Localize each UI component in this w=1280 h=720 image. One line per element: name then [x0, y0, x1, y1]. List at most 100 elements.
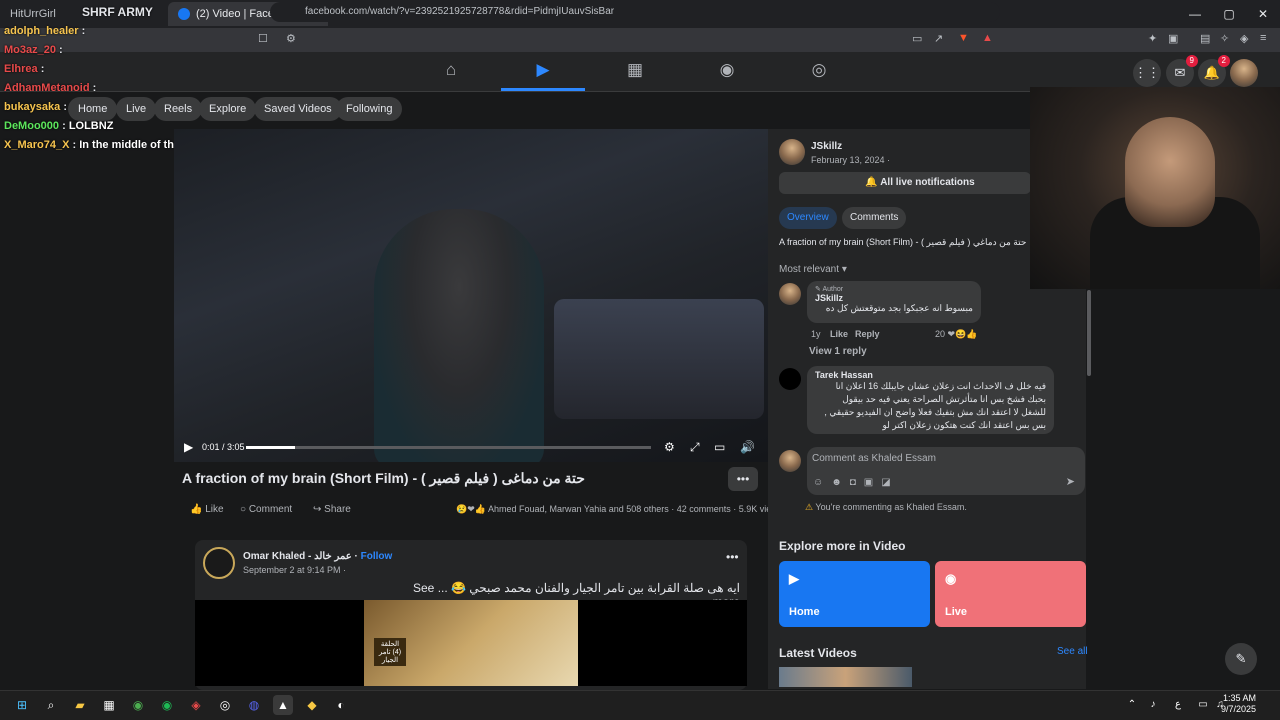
chrome-icon[interactable]: ◉	[128, 695, 148, 715]
author-name[interactable]: JSkillz	[811, 141, 842, 152]
chat-user: Mo3az_20	[4, 44, 56, 56]
view-replies[interactable]: View 1 reply	[809, 346, 867, 357]
minimize-button[interactable]: —	[1178, 0, 1212, 28]
reactions-text[interactable]: Ahmed Fouad, Marwan Yahia and 508 others	[488, 504, 669, 514]
tab-reels[interactable]: Reels	[154, 97, 203, 121]
profile-avatar[interactable]	[1230, 59, 1258, 87]
messenger-button[interactable]: ✉ 9	[1166, 55, 1198, 87]
wallet-icon[interactable]: ▤	[1200, 32, 1210, 45]
comment-icon: ○	[240, 504, 247, 515]
comments-scrollbar[interactable]	[1087, 290, 1091, 376]
tab-overview[interactable]: Overview	[779, 207, 837, 229]
groups-icon[interactable]: ◉	[681, 60, 773, 80]
notifications-button[interactable]: 🔔 2	[1198, 55, 1230, 87]
brave-rewards-icon[interactable]: ▲	[982, 32, 993, 44]
latest-video-thumbnail[interactable]	[779, 667, 912, 687]
post-image[interactable]: الحلقة (4) تامر الجيار	[364, 600, 578, 686]
app-icon[interactable]: ◈	[186, 695, 206, 715]
comment-input[interactable]: Comment as Khaled Essam ☺☻◘▣◪ ➤	[807, 447, 1085, 495]
language-indicator[interactable]: ع	[1168, 695, 1188, 715]
like-label: Like	[205, 504, 224, 515]
new-message-button[interactable]: ✎	[1225, 643, 1257, 675]
post-author-name[interactable]: Omar Khaled - عمر خالد	[243, 551, 352, 562]
site-info-icon[interactable]: ⚙	[286, 32, 296, 45]
video-icon[interactable]: ▶	[497, 60, 589, 80]
start-icon[interactable]: ⊞	[12, 695, 32, 715]
comment-button[interactable]: ○ Comment	[240, 504, 292, 515]
home-icon[interactable]: ⌂	[405, 60, 497, 80]
steam-icon[interactable]: ◐	[331, 695, 351, 715]
vpn-icon[interactable]: ◈	[1240, 32, 1248, 45]
microphone-icon[interactable]: ♪	[1143, 695, 1163, 715]
menu-icon[interactable]: ≡	[1260, 32, 1266, 44]
spotify-icon[interactable]: ◉	[157, 695, 177, 715]
warning-icon: ⚠	[805, 502, 814, 512]
play-icon[interactable]: ▶	[184, 440, 193, 454]
commenter-avatar[interactable]	[779, 368, 801, 390]
settings-icon[interactable]: ⚙	[664, 440, 675, 454]
tab-explore[interactable]: Explore	[199, 97, 257, 121]
see-all-link[interactable]: See all	[1057, 646, 1088, 657]
maximize-button[interactable]: ▢	[1212, 0, 1246, 28]
comment-author[interactable]: Tarek Hassan	[815, 370, 1046, 380]
share-icon[interactable]: ↗	[934, 32, 943, 45]
menu-grid-icon[interactable]: ⋮⋮	[1133, 59, 1161, 87]
tab-comments[interactable]: Comments	[842, 207, 907, 229]
avatar-sticker-icon[interactable]: ☺	[813, 477, 831, 488]
gaming-icon[interactable]: ◎	[773, 60, 865, 80]
marketplace-icon[interactable]: ▦	[589, 60, 681, 80]
post-author-avatar[interactable]	[203, 547, 235, 579]
tab-saved-videos[interactable]: Saved Videos	[254, 97, 342, 121]
comment-like[interactable]: Like	[830, 329, 848, 339]
messenger-badge: 9	[1185, 55, 1198, 67]
app-icon[interactable]: ◆	[302, 695, 322, 715]
chat-user: X_Maro74_X	[4, 139, 70, 151]
author-avatar[interactable]	[779, 139, 805, 165]
miniplayer-icon[interactable]: ▭	[714, 440, 725, 454]
search-icon[interactable]: ⌕	[41, 695, 61, 715]
explore-card-live[interactable]: ◉ Live	[935, 561, 1086, 627]
brave-shield-icon[interactable]: ▼	[958, 32, 969, 44]
comment-reply[interactable]: Reply	[855, 329, 880, 339]
bookmark-icon[interactable]: ☐	[258, 32, 268, 45]
live-notifications-button[interactable]: 🔔 All live notifications	[779, 172, 1031, 194]
app-icon[interactable]: ◎	[215, 695, 235, 715]
live-notifications-label: All live notifications	[880, 177, 975, 188]
emoji-icon[interactable]: ☻	[831, 477, 850, 488]
brave-icon[interactable]: ▲	[273, 695, 293, 715]
explore-card-home[interactable]: ▶ Home	[779, 561, 930, 627]
store-icon[interactable]: ▦	[99, 695, 119, 715]
video-player[interactable]: ▶ 0:01 / 3:05 ⚙ ⤢ ▭ 🔊	[174, 129, 768, 462]
sort-dropdown[interactable]: Most relevant ▾	[779, 264, 847, 275]
follow-button[interactable]: Follow	[361, 551, 393, 562]
tab-live[interactable]: Live	[116, 97, 157, 121]
tab-home[interactable]: Home	[68, 97, 118, 121]
commenter-avatar[interactable]	[779, 283, 801, 305]
sticker-icon[interactable]: ◪	[881, 477, 898, 488]
like-button[interactable]: 👍 Like	[190, 504, 224, 515]
share-label: Share	[324, 504, 351, 515]
comment-reactions[interactable]: 20 ❤😆👍	[935, 329, 977, 340]
volume-icon[interactable]: 🔊	[740, 440, 755, 454]
camera-icon[interactable]: ◘	[850, 477, 864, 488]
tray-chevron-icon[interactable]: ⌃	[1122, 695, 1142, 715]
cast-icon[interactable]: ▭	[912, 32, 922, 45]
more-options-button[interactable]: •••	[728, 467, 758, 491]
send-icon[interactable]: ➤	[1066, 475, 1075, 488]
gif-icon[interactable]: ▣	[864, 477, 881, 488]
tab-following[interactable]: Following	[336, 97, 403, 121]
file-explorer-icon[interactable]: ▰	[70, 695, 90, 715]
close-window-button[interactable]: ✕	[1246, 0, 1280, 28]
leo-icon[interactable]: ✧	[1220, 32, 1229, 45]
discord-icon[interactable]: ◍	[244, 695, 264, 715]
progress-bar[interactable]	[246, 446, 651, 449]
post-more-icon[interactable]: •••	[726, 550, 739, 564]
url-field[interactable]: facebook.com/watch/?v=2392521925728778&r…	[270, 2, 1000, 22]
screenshot-icon[interactable]: ▣	[1168, 32, 1178, 45]
extensions-icon[interactable]: ✦	[1148, 32, 1157, 45]
fullscreen-icon[interactable]: ⤢	[690, 440, 700, 455]
taskbar-clock[interactable]: 1:35 AM 9/7/2025	[1221, 693, 1256, 715]
comment-author[interactable]: JSkillz	[815, 293, 973, 303]
share-button[interactable]: ↪ Share	[313, 504, 351, 515]
comments-count[interactable]: 42 comments	[677, 504, 731, 514]
